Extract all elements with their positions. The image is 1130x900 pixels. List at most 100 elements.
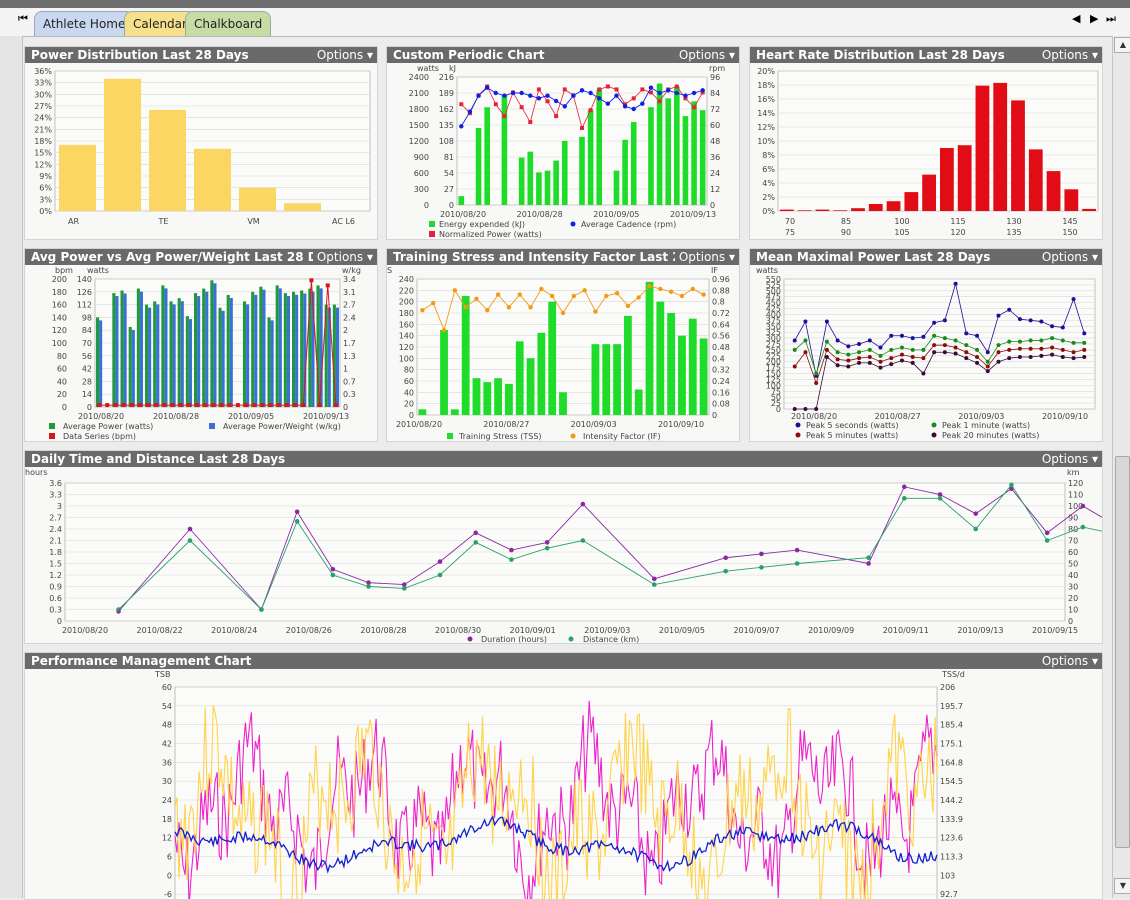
hr-dist-y-tick-label: 8% [762, 151, 775, 160]
pmc-y-right-label: 103 [940, 871, 955, 880]
avgpower-bar-power [259, 286, 263, 407]
daily-y-right-label: 70 [1068, 537, 1078, 546]
power-dist-bar [239, 187, 276, 211]
avgpower-legend-label: Average Power/Weight (w/kg) [223, 422, 341, 431]
tss-legend-label: Training Stress (TSS) [458, 432, 542, 441]
periodic-bar [699, 110, 706, 205]
tab-bar: ⏮ Athlete Home Calendar Chalkboard ◀ ▶ ⏭ [0, 8, 1130, 37]
periodic-y-left2-label: 600 [414, 169, 429, 178]
last-tab-button[interactable]: ⏭ [1106, 12, 1116, 26]
avgpower-bar-weight [123, 293, 127, 407]
first-page-button[interactable]: ⏮ [18, 12, 28, 26]
avgpower-bar-power [218, 307, 222, 407]
options-button[interactable]: Options ▾ [312, 249, 373, 265]
avgpower-bar-power [112, 293, 116, 407]
power-dist-y-tick-label: 36% [34, 67, 52, 76]
daily-x-label: 2010/09/13 [957, 626, 1003, 635]
hr-dist-y-tick-label: 14% [757, 109, 775, 118]
tss-bar [515, 341, 524, 415]
periodic-y-left-label: 54 [444, 169, 454, 178]
daily-y-left-label: 0 [57, 617, 62, 626]
power-dist-y-tick-label: 15% [34, 149, 52, 158]
tab-chalkboard[interactable]: Chalkboard [185, 11, 272, 36]
options-button[interactable]: Options ▾ [1037, 653, 1098, 669]
hr-dist-bar [815, 209, 830, 211]
daily-x-label: 2010/09/09 [808, 626, 854, 635]
periodic-y-left2-label: 300 [414, 185, 429, 194]
options-button[interactable]: Options ▾ [1037, 249, 1098, 265]
tss-y-right-label: 0.24 [712, 377, 730, 386]
periodic-bar [484, 107, 490, 205]
avgpower-bar-power [267, 317, 271, 407]
periodic-bar [648, 107, 654, 205]
pmc-y-left-label: 24 [162, 796, 172, 805]
tab-athlete-home[interactable]: Athlete Home [34, 11, 135, 36]
tss-bar [559, 392, 567, 415]
avgpower-bar-weight [188, 319, 192, 407]
tss-y-left-label: 140 [399, 332, 414, 341]
scroll-thumb[interactable] [1115, 456, 1130, 848]
periodic-y-right-label: 36 [710, 153, 720, 162]
options-button[interactable]: Options ▾ [674, 249, 735, 265]
next-tab-button[interactable]: ▶ [1090, 12, 1098, 25]
avgpower-bar-power [300, 290, 304, 407]
tss-bar [613, 344, 621, 415]
daily-x-label: 2010/09/07 [733, 626, 779, 635]
options-button[interactable]: Options ▾ [1037, 451, 1098, 467]
periodic-x-label: 2010/09/05 [593, 210, 639, 219]
avgpower-legend-label: Data Series (bpm) [63, 432, 136, 441]
periodic-y-right-label: 60 [710, 121, 720, 130]
avgpower-bar-power [153, 301, 157, 407]
tss-x-label: 2010/08/27 [483, 420, 529, 429]
options-button[interactable]: Options ▾ [312, 47, 373, 63]
pmc-y-right-label: 144.2 [940, 796, 963, 805]
tss-y-right-label: 0.64 [712, 320, 730, 329]
pmc-y-left-label: 54 [162, 702, 172, 711]
daily-y-left-label: 2.1 [49, 537, 62, 546]
periodic-legend-label: Average Cadence (rpm) [581, 220, 676, 229]
avgpower-x-label: 2010/09/05 [228, 412, 274, 421]
daily-legend-label: Duration (hours) [481, 635, 547, 643]
periodic-bar [527, 151, 534, 205]
avgpower-bar-weight [148, 307, 152, 407]
periodic-left-unit: watts [417, 64, 439, 73]
avgpower-bar-weight [278, 288, 282, 407]
avgpower-bar-power [283, 293, 287, 407]
scroll-down-button[interactable]: ▼ [1114, 878, 1130, 894]
avgpower-bar-weight [246, 304, 250, 407]
avgpower-bar-weight [221, 310, 225, 407]
avgpower-legend-swatch [49, 433, 55, 439]
tss-x-label: 2010/09/03 [571, 420, 617, 429]
avgpower-y-left-label: 0 [87, 403, 92, 412]
periodic-y-left-label: 135 [439, 121, 454, 130]
avgpower-bar-weight [156, 304, 160, 407]
options-button[interactable]: Options ▾ [674, 47, 735, 63]
options-button[interactable]: Options ▾ [1037, 47, 1098, 63]
scroll-up-button[interactable]: ▲ [1114, 37, 1130, 53]
hr-dist-y-tick-label: 10% [757, 137, 775, 146]
hr-dist-x-label-2: 135 [1006, 228, 1021, 237]
tss-bar [602, 344, 611, 415]
prev-tab-button[interactable]: ◀ [1072, 12, 1080, 25]
periodic-bar [458, 196, 465, 205]
power-dist-y-tick-label: 9% [39, 172, 52, 181]
daily-y-left-label: 3 [57, 502, 62, 511]
avgpower-y-left2-label: 200 [52, 275, 67, 284]
daily-legend-label: Distance (km) [583, 635, 639, 643]
avgpower-y-left-label: 56 [82, 352, 92, 361]
daily-x-label: 2010/09/03 [584, 626, 630, 635]
power-dist-y-tick-label: 24% [34, 114, 52, 123]
tss-y-left-label: 160 [399, 320, 414, 329]
hr-dist-bar [780, 209, 794, 211]
hr-dist-bar [940, 148, 954, 211]
power-dist-y-tick-label: 30% [34, 90, 52, 99]
tss-y-right-label: 0.16 [712, 388, 730, 397]
avgpower-left-unit2: watts [87, 266, 109, 275]
avgpower-bar-weight [197, 296, 201, 407]
daily-y-left-label: 2.4 [49, 525, 62, 534]
hr-dist-y-tick-label: 6% [762, 165, 775, 174]
avgpower-y-right-label: 1.3 [343, 352, 356, 361]
vertical-scrollbar[interactable]: ▲ ▼ [1112, 36, 1130, 898]
daily-x-label: 2010/08/28 [360, 626, 406, 635]
periodic-y-left-label: 108 [439, 137, 454, 146]
